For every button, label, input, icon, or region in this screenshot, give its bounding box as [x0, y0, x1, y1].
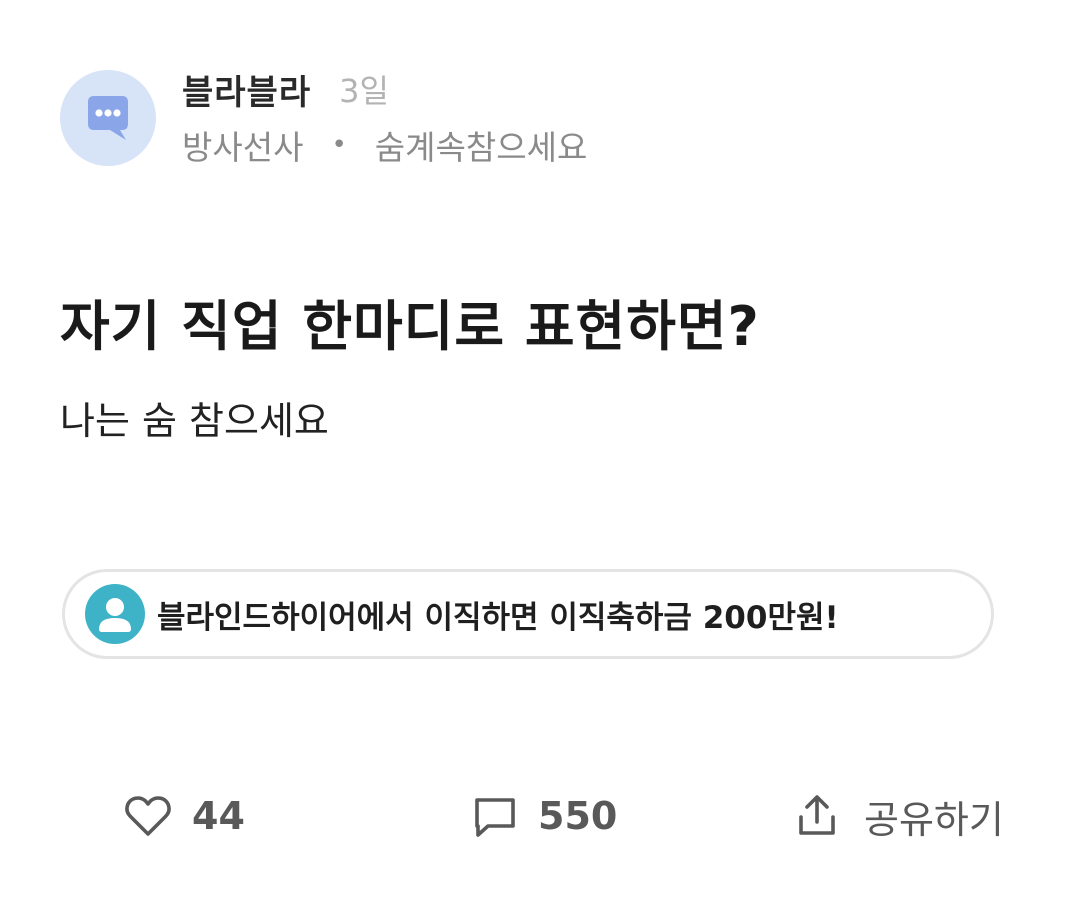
post-title: 자기 직업 한마디로 표현하면?: [60, 295, 760, 358]
share-label: 공유하기: [864, 797, 1004, 842]
like-button[interactable]: 44: [122, 780, 245, 852]
comment-icon: [475, 798, 515, 837]
comment-button[interactable]: 550: [470, 780, 617, 852]
avatar[interactable]: [60, 70, 156, 166]
comment-count: 550: [538, 794, 618, 838]
promo-banner[interactable]: 블라인드하이어에서 이직하면 이직축하금 200만원!: [62, 569, 994, 659]
author-line: 블라블라 3일: [182, 68, 389, 113]
meta-separator-dot: •: [331, 130, 347, 160]
action-bar: 44 550 공유하기: [0, 780, 1080, 852]
author-meta: 방사선사 • 숨계속참으세요: [182, 121, 588, 169]
heart-icon: [125, 796, 171, 836]
author-name[interactable]: 블라블라: [182, 65, 311, 114]
like-count: 44: [192, 794, 245, 838]
promo-text: 블라인드하이어에서 이직하면 이직축하금 200만원!: [157, 599, 839, 636]
post-header: 블라블라 3일 방사선사 • 숨계속참으세요: [60, 68, 1020, 168]
speech-bubble-icon: [88, 96, 128, 140]
author-nickname: 숨계속참으세요: [374, 128, 588, 167]
author-job[interactable]: 방사선사: [182, 121, 303, 169]
post-time: 3일: [339, 72, 389, 110]
post-body: 나는 숨 참으세요: [60, 399, 329, 443]
user-icon: [85, 584, 145, 644]
share-button[interactable]: 공유하기: [792, 780, 1004, 852]
share-icon: [799, 795, 835, 835]
